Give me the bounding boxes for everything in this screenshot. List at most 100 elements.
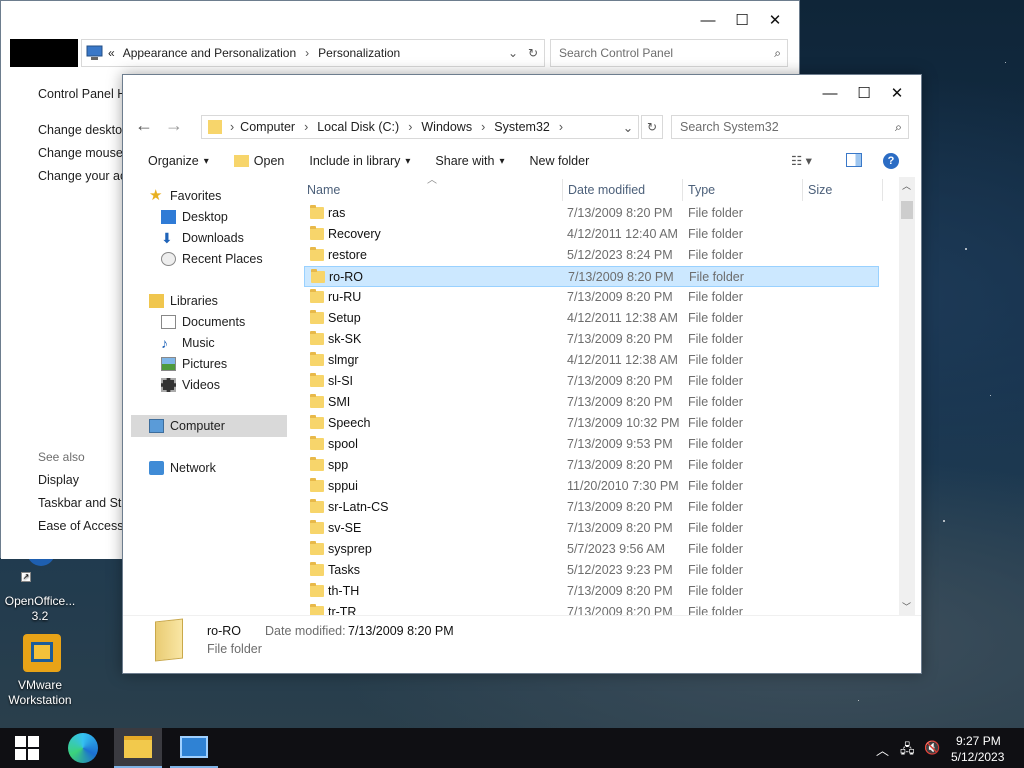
nav-documents[interactable]: Documents (161, 315, 245, 329)
view-options-icon[interactable]: ☷ ▾ (791, 153, 812, 168)
folder-icon (310, 310, 324, 324)
start-button[interactable] (3, 728, 51, 768)
search-icon[interactable]: ⌕ (774, 46, 781, 61)
nav-computer[interactable]: Computer (149, 419, 225, 433)
file-row[interactable]: SMI 7/13/2009 8:20 PM File folder (304, 392, 879, 413)
chevron-down-icon[interactable]: ⌄ (618, 120, 638, 135)
organize-button[interactable]: Organize ▾ (123, 154, 209, 168)
file-row[interactable]: ru-RU 7/13/2009 8:20 PM File folder (304, 287, 879, 308)
share-label: Share with (435, 154, 495, 168)
file-row[interactable]: spool 7/13/2009 9:53 PM File folder (304, 434, 879, 455)
control-panel-taskbar-button[interactable] (170, 728, 218, 768)
minimize-button[interactable]: — (691, 3, 725, 37)
desktop-icon-vmware[interactable]: VMware Workstation (0, 632, 80, 708)
file-row[interactable]: spp 7/13/2009 8:20 PM File folder (304, 455, 879, 476)
clock-date[interactable]: 5/12/2023 (951, 750, 1004, 764)
file-row[interactable]: sysprep 5/7/2023 9:56 AM File folder (304, 539, 879, 560)
open-button[interactable]: Open (209, 154, 284, 168)
nav-music[interactable]: ♪ Music (161, 336, 215, 350)
change-mouse-pointers-link[interactable]: Change mouse p (38, 146, 133, 160)
nav-desktop[interactable]: Desktop (161, 210, 228, 224)
nav-label: Documents (182, 315, 246, 329)
nav-videos[interactable]: Videos (161, 378, 220, 392)
search-icon[interactable]: ⌕ (895, 120, 902, 135)
new-folder-button[interactable]: New folder (505, 154, 590, 168)
breadcrumb-windows[interactable]: Windows (421, 120, 472, 134)
nav-downloads[interactable]: ⬇ Downloads (161, 231, 244, 245)
refresh-icon[interactable]: ↻ (528, 46, 538, 60)
column-header-date[interactable]: Date modified (562, 179, 682, 201)
clock-time[interactable]: 9:27 PM (956, 734, 1001, 748)
minimize-button[interactable]: — (813, 76, 847, 110)
nav-pictures[interactable]: Pictures (161, 357, 227, 371)
nav-recent-places[interactable]: Recent Places (161, 252, 263, 266)
taskbar-link[interactable]: Taskbar and Star (38, 496, 133, 510)
folder-icon (310, 478, 324, 492)
file-row[interactable]: Setup 4/12/2011 12:38 AM File folder (304, 308, 879, 329)
open-folder-icon (233, 155, 249, 167)
nav-favorites[interactable]: ★ Favorites (149, 188, 221, 203)
nav-libraries[interactable]: Libraries (149, 294, 218, 308)
file-row[interactable]: sv-SE 7/13/2009 8:20 PM File folder (304, 518, 879, 539)
share-with-button[interactable]: Share with ▾ (410, 154, 504, 168)
scroll-up-arrow[interactable]: ︿ (902, 179, 911, 192)
vertical-scrollbar[interactable]: ︿ ﹀ (899, 177, 915, 615)
change-desktop-icons-link[interactable]: Change desktop (38, 123, 129, 137)
file-row[interactable]: tr-TR 7/13/2009 8:20 PM File folder (304, 602, 879, 615)
file-date: 7/13/2009 8:20 PM (567, 584, 673, 598)
preview-pane-icon[interactable] (846, 153, 862, 167)
scroll-down-arrow[interactable]: ﹀ (902, 600, 911, 613)
file-row[interactable]: sk-SK 7/13/2009 8:20 PM File folder (304, 329, 879, 350)
control-panel-home-link[interactable]: Control Panel H (38, 87, 126, 101)
display-link[interactable]: Display (38, 473, 79, 487)
pictures-icon (161, 357, 176, 371)
show-hidden-icons-chevron[interactable]: ︿ (876, 740, 889, 759)
control-panel-address-bar[interactable]: « Appearance and Personalization › Perso… (81, 39, 545, 67)
close-button[interactable]: ✕ (758, 3, 792, 37)
include-in-library-button[interactable]: Include in library ▾ (284, 154, 410, 168)
file-row[interactable]: ro-RO 7/13/2009 8:20 PM File folder (304, 266, 879, 287)
close-button[interactable]: ✕ (880, 76, 914, 110)
breadcrumb-item[interactable]: Personalization (318, 46, 400, 60)
refresh-button[interactable]: ↻ (641, 115, 663, 139)
column-header-name[interactable]: Name (301, 179, 561, 201)
file-row[interactable]: ras 7/13/2009 8:20 PM File folder (304, 203, 879, 224)
nav-label: Music (182, 336, 215, 350)
network-icon[interactable]: 🖧 (900, 740, 915, 762)
maximize-button[interactable]: ☐ (725, 3, 759, 37)
file-row[interactable]: Speech 7/13/2009 10:32 PM File folder (304, 413, 879, 434)
nav-network[interactable]: Network (149, 461, 216, 475)
file-explorer-taskbar-button[interactable] (114, 728, 162, 768)
forward-button[interactable]: → (165, 115, 183, 136)
explorer-search-input[interactable]: Search System32 ⌕ (671, 115, 909, 139)
file-row[interactable]: restore 5/12/2023 8:24 PM File folder (304, 245, 879, 266)
desktop-icon-openoffice[interactable]: ↗ OpenOffice... 3.2 (0, 548, 80, 624)
column-header-type[interactable]: Type (682, 179, 802, 201)
desktop-icon (161, 210, 176, 224)
chevron-down-icon[interactable]: ⌄ (508, 46, 518, 60)
file-row[interactable]: sppui 11/20/2010 7:30 PM File folder (304, 476, 879, 497)
change-account-picture-link[interactable]: Change your acc (38, 169, 133, 183)
file-row[interactable]: sr-Latn-CS 7/13/2009 8:20 PM File folder (304, 497, 879, 518)
control-panel-search-input[interactable]: Search Control Panel ⌕ (550, 39, 788, 67)
back-button[interactable]: ← (135, 115, 153, 136)
file-name: spool (328, 437, 358, 451)
scroll-thumb[interactable] (901, 201, 913, 219)
help-icon[interactable]: ? (883, 153, 899, 169)
edge-taskbar-button[interactable] (59, 728, 107, 768)
column-header-size[interactable]: Size (802, 179, 882, 201)
breadcrumb-item[interactable]: Appearance and Personalization (123, 46, 296, 60)
maximize-button[interactable]: ☐ (847, 76, 881, 110)
file-row[interactable]: th-TH 7/13/2009 8:20 PM File folder (304, 581, 879, 602)
explorer-address-bar[interactable]: › Computer › Local Disk (C:) › Windows ›… (201, 115, 639, 139)
file-row[interactable]: slmgr 4/12/2011 12:38 AM File folder (304, 350, 879, 371)
file-row[interactable]: Recovery 4/12/2011 12:40 AM File folder (304, 224, 879, 245)
address-chevron[interactable]: « (108, 46, 115, 60)
breadcrumb-computer[interactable]: Computer (240, 120, 295, 134)
volume-muted-icon[interactable]: 🔇 (924, 740, 940, 756)
breadcrumb-local-disk[interactable]: Local Disk (C:) (317, 120, 399, 134)
file-row[interactable]: sl-SI 7/13/2009 8:20 PM File folder (304, 371, 879, 392)
file-row[interactable]: Tasks 5/12/2023 9:23 PM File folder (304, 560, 879, 581)
vmware-icon (19, 632, 61, 674)
breadcrumb-system32[interactable]: System32 (494, 120, 550, 134)
